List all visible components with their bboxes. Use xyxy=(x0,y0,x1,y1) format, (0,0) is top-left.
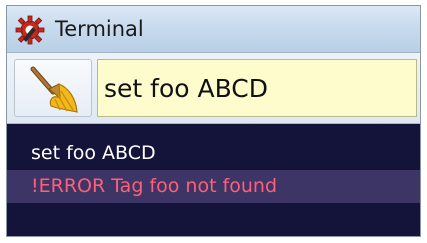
output-line: set foo ABCD xyxy=(7,137,420,170)
broom-icon xyxy=(29,66,79,114)
window-title: Terminal xyxy=(55,17,144,41)
toolbar xyxy=(7,53,420,124)
clear-button[interactable] xyxy=(14,59,92,117)
command-input[interactable] xyxy=(97,59,417,117)
output-console[interactable]: set foo ABCD !ERROR Tag foo not found xyxy=(7,124,420,236)
terminal-window: Terminal set foo ABCD !ERROR Tag foo not… xyxy=(6,5,421,237)
title-bar[interactable]: Terminal xyxy=(7,6,420,53)
gear-wrench-icon xyxy=(15,15,45,45)
error-output-line: !ERROR Tag foo not found xyxy=(7,170,420,203)
